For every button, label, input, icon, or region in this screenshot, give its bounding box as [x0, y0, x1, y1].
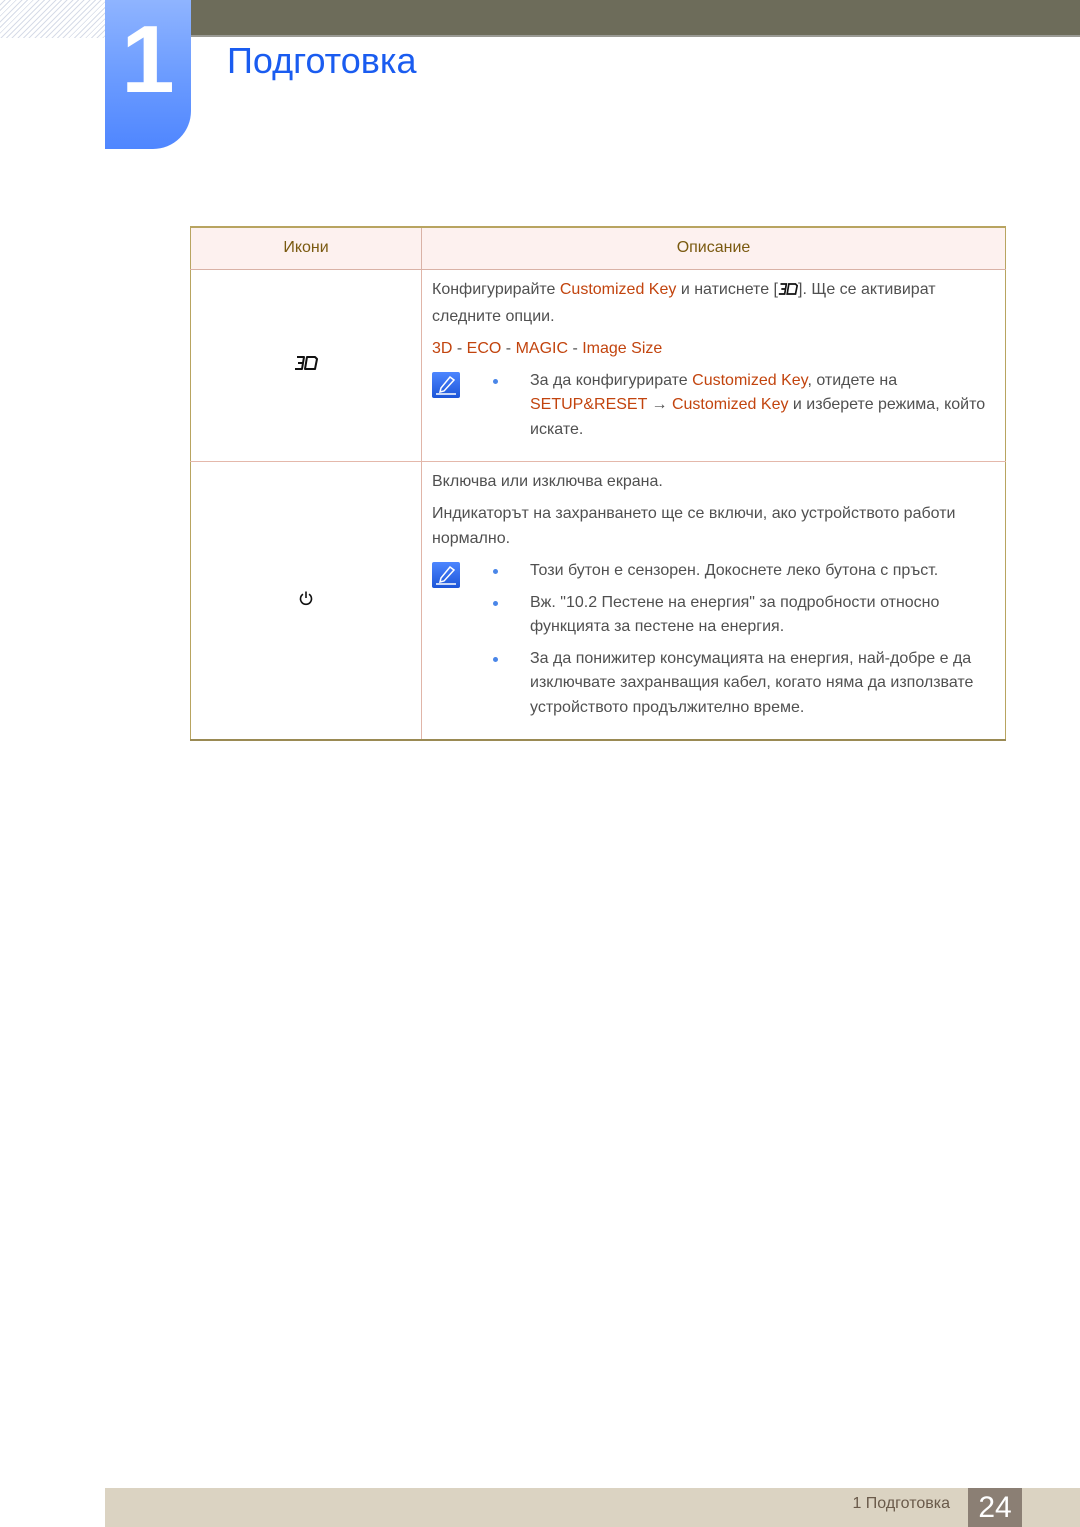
note-block: Този бутон е сензорен. Докоснете леко бу… — [432, 559, 995, 727]
note-item: За да понижитер консумацията на енергия,… — [480, 647, 995, 721]
icon-cell — [190, 461, 422, 741]
separator: - — [568, 339, 583, 357]
customized-key-term: Customized Key — [671, 396, 789, 413]
note-item: Този бутон е сензорен. Докоснете леко бу… — [480, 559, 995, 584]
page-number: 24 — [968, 1488, 1022, 1527]
3d-icon — [294, 355, 318, 374]
intro-text: и натиснете [ — [676, 280, 778, 298]
description-paragraph: Включва или изключва екрана. — [432, 473, 663, 490]
note-text: Този бутон е сензорен. Докоснете леко бу… — [530, 562, 939, 579]
note-text-part: За да конфигурирате — [530, 371, 693, 389]
customized-key-term: Customized Key — [692, 371, 808, 389]
header-bar — [190, 0, 1080, 37]
bullet-icon — [491, 591, 505, 640]
arrow-icon: → — [647, 396, 672, 413]
note-block: За да конфигурирате Customized Key, отид… — [432, 369, 995, 450]
note-list: За да конфигурирате Customized Key, отид… — [480, 369, 995, 450]
column-header-icons: Икони — [190, 226, 422, 270]
footer-section-label: 1 Подготовка — [852, 1495, 950, 1512]
note-text-part: , отидете на — [807, 371, 898, 389]
note-text: За да конфигурирате Customized Key, отид… — [530, 369, 995, 443]
note-text: Вж. "10.2 Пестене на енергия" за подробн… — [530, 593, 940, 636]
note-pencil-icon — [432, 371, 460, 398]
bullet-icon — [491, 647, 505, 721]
separator: - — [501, 339, 516, 357]
note-pencil-icon — [432, 562, 460, 588]
table-row: Включва или изключва екрана. Индикаторът… — [190, 461, 1006, 741]
description-cell: Включва или изключва екрана. Индикаторът… — [421, 461, 1006, 741]
icons-table: Икони Описание Конфигурирайте Customized… — [190, 226, 1006, 741]
intro-text: Конфигурирайте — [432, 280, 560, 298]
chapter-number: 1 — [121, 6, 175, 113]
power-icon — [298, 591, 314, 610]
table-row: Конфигурирайте Customized Key и натиснет… — [190, 269, 1006, 462]
note-item: Вж. "10.2 Пестене на енергия" за подробн… — [480, 591, 995, 640]
note-item: За да конфигурирате Customized Key, отид… — [480, 369, 995, 443]
description-paragraph: Индикаторът на захранването ще се включи… — [432, 505, 956, 547]
note-text: За да понижитер консумацията на енергия,… — [530, 649, 974, 716]
option-eco: ECO — [466, 339, 502, 357]
decorative-hatch — [0, 0, 105, 38]
chapter-badge: 1 — [105, 0, 191, 149]
description-cell: Конфигурирайте Customized Key и натиснет… — [421, 269, 1006, 462]
3d-icon — [778, 279, 799, 304]
setup-reset-term: SETUP&RESET — [530, 396, 648, 413]
note-list: Този бутон е сензорен. Докоснете леко бу… — [480, 559, 995, 727]
chapter-title: Подготовка — [227, 40, 417, 81]
description-intro: Конфигурирайте Customized Key и натиснет… — [432, 277, 995, 329]
option-image-size: Image Size — [582, 339, 663, 357]
column-header-description: Описание — [421, 226, 1006, 270]
option-3d: 3D — [432, 339, 453, 357]
customized-key-term: Customized Key — [559, 280, 677, 298]
option-magic: MAGIC — [515, 339, 569, 357]
separator: - — [452, 339, 467, 357]
icon-cell — [190, 269, 422, 462]
bullet-icon — [491, 369, 505, 443]
options-sequence: 3D - ECO - MAGIC - Image Size — [432, 336, 995, 361]
bullet-icon — [491, 559, 505, 584]
table-header-row: Икони Описание — [190, 226, 1006, 270]
